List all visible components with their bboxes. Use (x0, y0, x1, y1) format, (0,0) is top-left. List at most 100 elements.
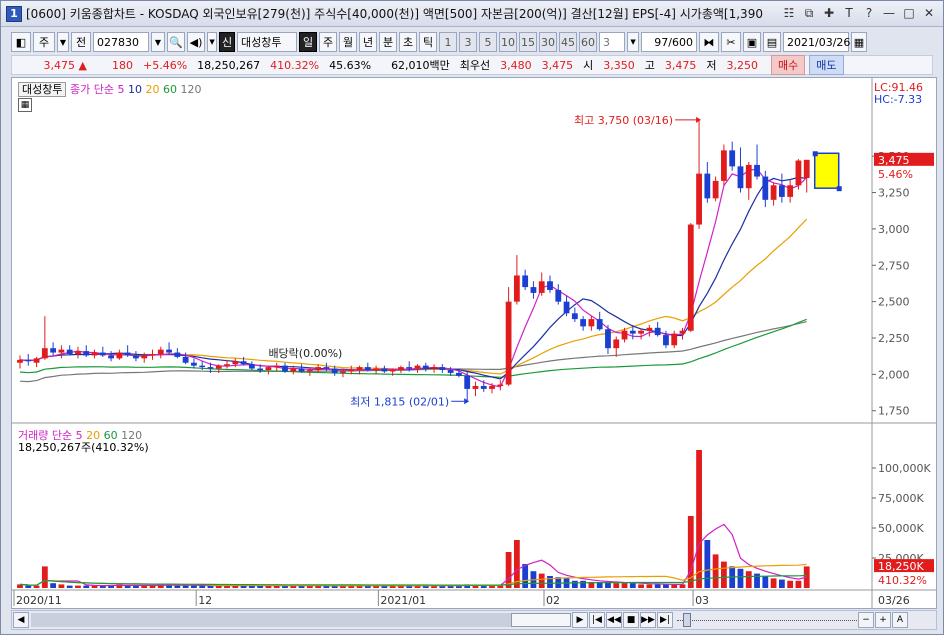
interval-dropdown-icon[interactable]: ▼ (627, 32, 639, 52)
candle-body (364, 367, 371, 370)
candle-body (770, 185, 777, 200)
candle-body (414, 365, 421, 369)
tab-tick[interactable]: 틱 (419, 32, 437, 52)
prev-page-icon[interactable]: ◀◀ (606, 612, 622, 628)
save-icon[interactable]: ▣ (743, 32, 761, 52)
candle-body (348, 370, 355, 372)
title-bar[interactable]: 1 [0600] 키움종합차트 - KOSDAQ 외국인보유[279(천)] 주… (1, 1, 943, 27)
interval-10[interactable]: 10 (499, 32, 517, 52)
search-icon[interactable]: 🔍 (167, 32, 185, 52)
price-legend-name[interactable]: 대성창투 (18, 82, 67, 97)
candle-body (555, 290, 562, 302)
prev-button[interactable]: 전 (71, 32, 91, 52)
candle-body (257, 368, 264, 370)
selection-box (813, 152, 840, 189)
selection-handle (836, 186, 842, 192)
count-input[interactable]: 97/600 (641, 32, 697, 52)
volume-tick-label: 50,000K (878, 522, 924, 535)
volume-bar (613, 583, 620, 588)
candle-body (306, 370, 313, 372)
interval-input[interactable]: 3 (599, 32, 625, 52)
current-volume-pct-label: 410.32% (878, 574, 927, 587)
interval-30[interactable]: 30 (539, 32, 557, 52)
candle-body (447, 370, 454, 373)
interval-1[interactable]: 1 (439, 32, 457, 52)
stock-code-input[interactable]: 027830 (93, 32, 149, 52)
stop-icon[interactable]: ■ (623, 612, 639, 628)
volume-bar (571, 580, 578, 588)
scroll-thumb[interactable] (511, 613, 571, 627)
ma60-label: 60 (162, 83, 177, 96)
ma-label: 종가 단순 (69, 83, 114, 96)
last-page-icon[interactable]: ▶| (657, 612, 673, 628)
date-input[interactable]: 2021/03/26 (783, 32, 850, 52)
volume-bar (745, 571, 752, 588)
candle-body (166, 349, 172, 353)
candle-body (729, 150, 736, 167)
tool-icon[interactable]: ✂ (721, 32, 741, 52)
zoom-in-icon[interactable]: + (875, 612, 891, 628)
volume-bar (770, 578, 777, 588)
candle-body (671, 333, 678, 346)
mode-dropdown-icon[interactable]: ▼ (57, 32, 69, 52)
maximize-icon[interactable]: □ (901, 5, 917, 21)
dividend-annotation: 배당락(0.00%) (268, 347, 342, 360)
sell-button[interactable]: 매도 (809, 55, 844, 75)
candle-body (116, 352, 123, 359)
pin-icon[interactable]: ✚ (821, 5, 837, 21)
volume-tick-label: 75,000K (878, 492, 924, 505)
candle-body (704, 173, 711, 199)
calendar-icon[interactable]: ▦ (851, 32, 867, 52)
auto-scale-icon[interactable]: A (892, 612, 908, 628)
candle-body (613, 339, 620, 349)
print-icon[interactable]: ▤ (763, 32, 781, 52)
volume-bar (66, 585, 73, 588)
interval-5[interactable]: 5 (479, 32, 497, 52)
next-page-icon[interactable]: ▶▶ (640, 612, 656, 628)
close-icon[interactable]: ✕ (921, 5, 937, 21)
zoom-slider[interactable] (677, 613, 857, 627)
sound-icon[interactable]: ◀) (187, 32, 205, 52)
help-icon[interactable]: ? (861, 5, 877, 21)
interval-3[interactable]: 3 (459, 32, 477, 52)
high-label: 고 (644, 59, 655, 72)
candle-body (25, 359, 32, 362)
chart-area[interactable]: 1,7502,0002,2502,5002,7503,0003,2503,500… (11, 77, 937, 609)
candle-body (83, 351, 90, 356)
interval-15[interactable]: 15 (519, 32, 537, 52)
window-list-icon[interactable]: ☷ (781, 5, 797, 21)
tab-minute[interactable]: 분 (379, 32, 397, 52)
candlestick-chart[interactable]: 1,7502,0002,2502,5002,7503,0003,2503,500… (12, 78, 936, 608)
first-page-icon[interactable]: |◀ (589, 612, 605, 628)
candle-body (398, 367, 404, 370)
zoom-out-icon[interactable]: − (858, 612, 874, 628)
candle-body (356, 367, 363, 370)
horizontal-scrollbar[interactable]: ◀ ▶ |◀ ◀◀ ■ ▶▶ ▶| − + A (11, 610, 937, 630)
minimize-icon[interactable]: — (881, 5, 897, 21)
interval-60[interactable]: 60 (579, 32, 597, 52)
window-number: 1 (6, 5, 22, 22)
volume-bar (25, 585, 32, 588)
layout-icon[interactable]: ◧ (11, 32, 31, 52)
calculator-icon[interactable]: ▦ (18, 98, 32, 112)
volume-tick-label: 100,000K (878, 462, 931, 475)
tab-year[interactable]: 년 (359, 32, 377, 52)
mode-select[interactable]: 주 (33, 32, 55, 52)
font-icon[interactable]: T (841, 5, 857, 21)
trade-amount: 62,010백만 (391, 59, 450, 72)
copy-icon[interactable]: ⧉ (801, 5, 817, 21)
tab-day[interactable]: 일 (299, 32, 317, 52)
indicator-icon[interactable]: ⧓ (699, 32, 719, 52)
scroll-left-icon[interactable]: ◀ (13, 612, 29, 628)
tab-month[interactable]: 월 (339, 32, 357, 52)
tab-week[interactable]: 주 (319, 32, 337, 52)
interval-45[interactable]: 45 (559, 32, 577, 52)
tab-second[interactable]: 초 (399, 32, 417, 52)
code-dropdown-icon[interactable]: ▼ (151, 32, 165, 52)
candle-body (646, 327, 653, 331)
volume-bar (646, 584, 653, 588)
scroll-track[interactable] (31, 613, 571, 627)
scroll-right-icon[interactable]: ▶ (572, 612, 588, 628)
buy-button[interactable]: 매수 (771, 55, 806, 75)
sound-dropdown-icon[interactable]: ▼ (207, 32, 217, 52)
